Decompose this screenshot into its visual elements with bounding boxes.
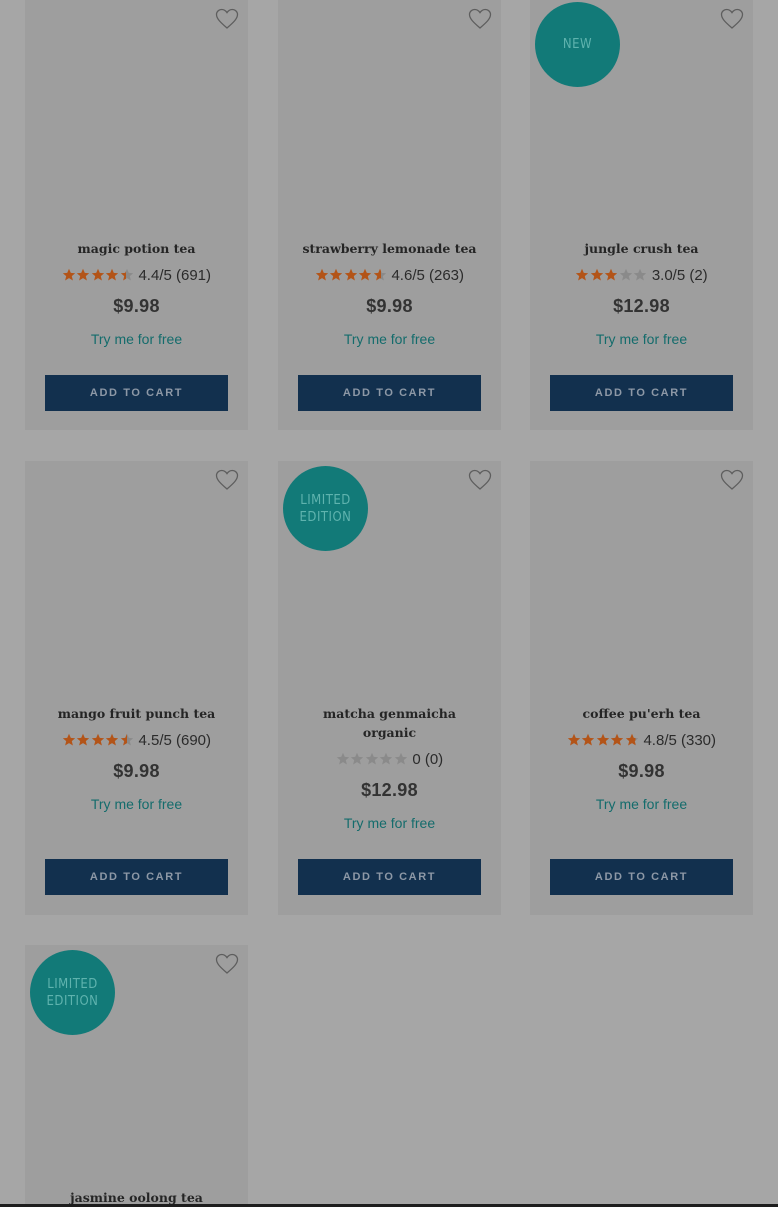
star-icon	[394, 752, 408, 765]
add-to-cart-button[interactable]: ADD TO CART	[298, 375, 481, 411]
add-to-cart-button[interactable]: ADD TO CART	[45, 859, 228, 895]
rating-text: 4.8/5 (330)	[643, 732, 717, 749]
heart-outline-icon[interactable]	[215, 953, 239, 975]
product-name[interactable]: magic potion tea	[25, 239, 248, 258]
star-icon	[590, 268, 604, 281]
rating-text: 4.5/5 (690)	[138, 732, 212, 749]
add-to-cart-button[interactable]: ADD TO CART	[45, 375, 228, 411]
try-free-link[interactable]: Try me for free	[278, 815, 501, 831]
product-rating: 4.8/5 (330)	[530, 732, 753, 750]
try-free-link[interactable]: Try me for free	[530, 331, 753, 347]
star-icon	[634, 268, 647, 281]
product-name[interactable]: mango fruit punch tea	[25, 704, 248, 723]
star-icon	[62, 268, 76, 281]
product-card[interactable]: magic potion tea 4.4/5 (691) $9.98 Try m…	[25, 0, 248, 430]
product-card[interactable]: mango fruit punch tea 4.5/5 (690) $9.98 …	[25, 461, 248, 915]
product-card[interactable]: coffee pu'erh tea 4.8/5 (330) $9.98 Try …	[530, 461, 753, 915]
product-card[interactable]: strawberry lemonade tea 4.6/5 (263) $9.9…	[278, 0, 501, 430]
star-icon	[77, 733, 90, 746]
product-name[interactable]: matcha genmaicha organic	[278, 704, 501, 742]
star-icon	[351, 752, 364, 765]
heart-outline-icon[interactable]	[720, 469, 744, 491]
star-icon	[77, 268, 90, 281]
try-free-link[interactable]: Try me for free	[25, 796, 248, 812]
product-rating: 4.4/5 (691)	[25, 267, 248, 285]
product-name[interactable]: coffee pu'erh tea	[530, 704, 753, 723]
star-icon	[344, 268, 358, 281]
rating-text: 3.0/5 (2)	[651, 267, 708, 284]
star-icon	[330, 268, 343, 281]
star-icon	[120, 733, 134, 746]
product-price: $9.98	[113, 296, 160, 316]
try-free-link[interactable]: Try me for free	[25, 331, 248, 347]
star-icon	[91, 268, 105, 281]
heart-outline-icon[interactable]	[468, 8, 492, 30]
star-rating-icon	[62, 733, 135, 750]
star-icon	[62, 733, 76, 746]
star-icon	[611, 733, 624, 746]
rating-text: 4.4/5 (691)	[138, 267, 212, 284]
try-free-link[interactable]: Try me for free	[530, 796, 753, 812]
product-price: $12.98	[361, 780, 418, 800]
star-icon	[380, 752, 393, 765]
star-icon	[359, 268, 372, 281]
star-icon	[582, 733, 595, 746]
star-icon	[576, 268, 589, 281]
star-icon	[365, 752, 379, 765]
product-name[interactable]: jungle crush tea	[530, 239, 753, 258]
star-icon	[106, 268, 119, 281]
heart-outline-icon[interactable]	[468, 469, 492, 491]
product-price: $9.98	[618, 761, 665, 781]
star-icon	[373, 268, 387, 281]
star-icon	[567, 733, 581, 746]
star-icon	[625, 733, 639, 746]
product-rating: 3.0/5 (2)	[530, 267, 753, 285]
product-price: $9.98	[366, 296, 413, 316]
star-icon	[336, 752, 350, 765]
rating-text: 0 (0)	[412, 751, 444, 768]
new-badge: NEW	[535, 2, 620, 87]
rating-text: 4.6/5 (263)	[391, 267, 465, 284]
product-price: $9.98	[113, 761, 160, 781]
limited-edition-badge: LIMITED EDITION	[30, 950, 115, 1035]
product-price: $12.98	[613, 296, 670, 316]
product-rating: 0 (0)	[278, 751, 501, 769]
star-icon	[106, 733, 119, 746]
star-rating-icon	[62, 268, 135, 285]
star-icon	[605, 268, 618, 281]
star-rating-icon	[336, 752, 409, 769]
heart-outline-icon[interactable]	[720, 8, 744, 30]
star-rating-icon	[567, 733, 640, 750]
heart-outline-icon[interactable]	[215, 8, 239, 30]
star-icon	[120, 268, 134, 281]
add-to-cart-button[interactable]: ADD TO CART	[550, 859, 733, 895]
star-rating-icon	[315, 268, 388, 285]
try-free-link[interactable]: Try me for free	[278, 331, 501, 347]
star-icon	[315, 268, 329, 281]
add-to-cart-button[interactable]: ADD TO CART	[298, 859, 481, 895]
star-rating-icon	[575, 268, 648, 285]
product-card[interactable]: LIMITED EDITION jasmine oolong tea	[25, 945, 248, 1207]
product-card[interactable]: NEW jungle crush tea 3.0/5 (2) $12.98 Tr…	[530, 0, 753, 430]
heart-outline-icon[interactable]	[215, 469, 239, 491]
product-rating: 4.5/5 (690)	[25, 732, 248, 750]
product-rating: 4.6/5 (263)	[278, 267, 501, 285]
star-icon	[619, 268, 633, 281]
product-name[interactable]: strawberry lemonade tea	[278, 239, 501, 258]
limited-edition-badge: LIMITED EDITION	[283, 466, 368, 551]
star-icon	[596, 733, 610, 746]
star-icon	[91, 733, 105, 746]
product-card[interactable]: LIMITED EDITION matcha genmaicha organic…	[278, 461, 501, 915]
add-to-cart-button[interactable]: ADD TO CART	[550, 375, 733, 411]
